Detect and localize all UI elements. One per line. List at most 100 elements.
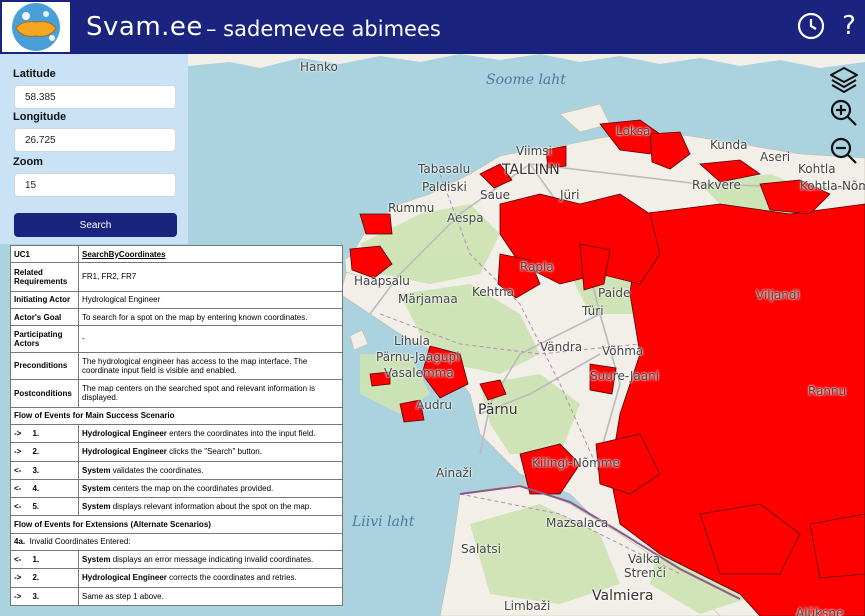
map-label-place: Pärnu (478, 402, 518, 418)
map-label-place: Vändra (540, 340, 583, 354)
step-dir: <- (14, 555, 22, 565)
longitude-input[interactable] (14, 128, 176, 152)
map-label-place: Tabasalu (418, 162, 471, 176)
zoom-label: Zoom (13, 156, 43, 168)
table-row: Preconditions The hydrological engineer … (10, 351, 343, 381)
map-label-place: Ainaži (436, 466, 473, 480)
map-label-place: Paide (598, 286, 631, 300)
ext-text: Invalid Coordinates Entered: (29, 537, 131, 547)
related-label: Related Requirements (10, 262, 79, 292)
postconditions-label: Postconditions (10, 379, 79, 408)
map-label-place: Valka (628, 552, 661, 566)
map-label-place: Limbaži (504, 599, 551, 613)
actor-label: Initiating Actor (10, 290, 79, 310)
step-text: Same as step 1 above. (82, 591, 164, 601)
table-row: 4a. Invalid Coordinates Entered: (10, 532, 343, 551)
logo-icon (12, 3, 60, 51)
search-panel: Latitude Longitude Zoom Search (0, 54, 188, 244)
step-actor: Hydrological Engineer (82, 428, 167, 438)
goal-value: To search for a spot on the map by enter… (78, 308, 343, 327)
map-label-place: Türi (582, 304, 604, 318)
search-button[interactable]: Search (14, 213, 177, 237)
table-row: <- 3. System validates the coordinates. (10, 460, 343, 480)
map-label-place: Lihula (394, 334, 430, 348)
step-dir: <- (14, 465, 22, 475)
step-dir: -> (14, 591, 22, 601)
map-label-place: Mazsalaca (546, 516, 609, 530)
map-label-place: Jüri (560, 188, 580, 202)
postconditions-value: The map centers on the searched spot and… (78, 379, 343, 408)
step-num: 3. (32, 465, 40, 475)
table-row: Flow of Events for Extensions (Alternate… (10, 515, 343, 534)
map-label-place: Hanko (300, 60, 338, 74)
map-label-place: Valmiera (592, 588, 654, 604)
map-label-place: Saue (480, 188, 510, 202)
uc-name: SearchByCoordinates (82, 249, 166, 259)
step-num: 2. (32, 447, 40, 457)
map-label-place: Aespa (447, 211, 484, 225)
map-label-place: Audru (416, 398, 452, 412)
step-dir: -> (14, 428, 22, 438)
step-text: displays relevant information about the … (110, 502, 312, 512)
table-row: Postconditions The map centers on the se… (10, 379, 343, 408)
step-dir: <- (14, 502, 22, 512)
ext-flow-title: Flow of Events for Extensions (Alternate… (10, 515, 343, 534)
step-num: 1. (32, 428, 40, 438)
map-label-place: Võhma (602, 344, 644, 358)
app-header: Svam.ee – sademevee abimees ? (0, 0, 865, 54)
step-actor: System (82, 483, 111, 493)
step-text: centers the map on the coordinates provi… (110, 483, 274, 493)
map-label-place: Kehtna (472, 285, 514, 299)
goal-label: Actor's Goal (10, 308, 79, 327)
step-num: 4. (32, 483, 40, 493)
participating-label: Participating Actors (10, 325, 79, 353)
table-row: Initiating Actor Hydrological Engineer (10, 290, 343, 310)
map-label-place: Aseri (760, 150, 791, 164)
zoom-in-icon[interactable] (829, 98, 859, 128)
map-label-place: Kohtla-Nõmm (800, 179, 865, 193)
map-label-place: Paldiski (422, 180, 467, 194)
related-value: FR1, FR2, FR7 (78, 262, 343, 292)
table-row: <- 4. System centers the map on the coor… (10, 478, 343, 499)
map-label-place: Rapla (520, 260, 554, 274)
map-label-place: Loksa (616, 124, 651, 138)
app-title: Svam.ee (86, 12, 203, 42)
table-row: Related Requirements FR1, FR2, FR7 (10, 262, 343, 292)
map-label-place: Salatsi (461, 542, 501, 556)
clock-icon[interactable] (796, 11, 826, 41)
step-num: 1. (32, 555, 40, 565)
step-text: enters the coordinates into the input fi… (166, 428, 316, 438)
table-row: -> 3. Same as step 1 above. (10, 586, 343, 607)
step-num: 3. (32, 591, 40, 601)
map-label-place: Kilingi-Nõmme (532, 456, 620, 470)
actor-value: Hydrological Engineer (78, 290, 343, 310)
table-row: -> 2. Hydrological Engineer corrects the… (10, 568, 343, 588)
step-actor: System (82, 465, 111, 475)
zoom-out-icon[interactable] (829, 136, 859, 166)
step-num: 5. (32, 502, 40, 512)
ext-num: 4a. (14, 537, 26, 547)
table-row: Actor's Goal To search for a spot on the… (10, 308, 343, 327)
app-window: Soome laht Liivi laht Hanko Viimsi Loksa… (0, 0, 865, 616)
app-subtitle: – sademevee abimees (206, 17, 441, 41)
map-label-place: Haapsalu (354, 274, 410, 288)
step-num: 2. (32, 573, 40, 583)
zoom-input[interactable] (14, 173, 176, 197)
latitude-input[interactable] (14, 85, 176, 109)
table-row: <- 5. System displays relevant informati… (10, 497, 343, 517)
app-logo[interactable] (2, 2, 70, 52)
layers-icon[interactable] (829, 64, 859, 94)
step-dir: -> (14, 447, 22, 457)
step-text: validates the coordinates. (110, 465, 204, 475)
participating-value: - (78, 325, 343, 353)
step-dir: <- (14, 483, 22, 493)
map-label-place: Pärnu-Jaagupi (376, 350, 460, 364)
help-icon[interactable]: ? (834, 11, 864, 41)
step-text: displays an error message indicating inv… (110, 555, 314, 565)
uc-id: UC1 (10, 244, 79, 264)
map-label-place: Rummu (388, 201, 435, 215)
table-row: Participating Actors - (10, 325, 343, 353)
map-label-sea: Liivi laht (352, 514, 415, 530)
step-actor: System (82, 555, 111, 565)
map-label-place: Märjamaa (398, 292, 458, 306)
